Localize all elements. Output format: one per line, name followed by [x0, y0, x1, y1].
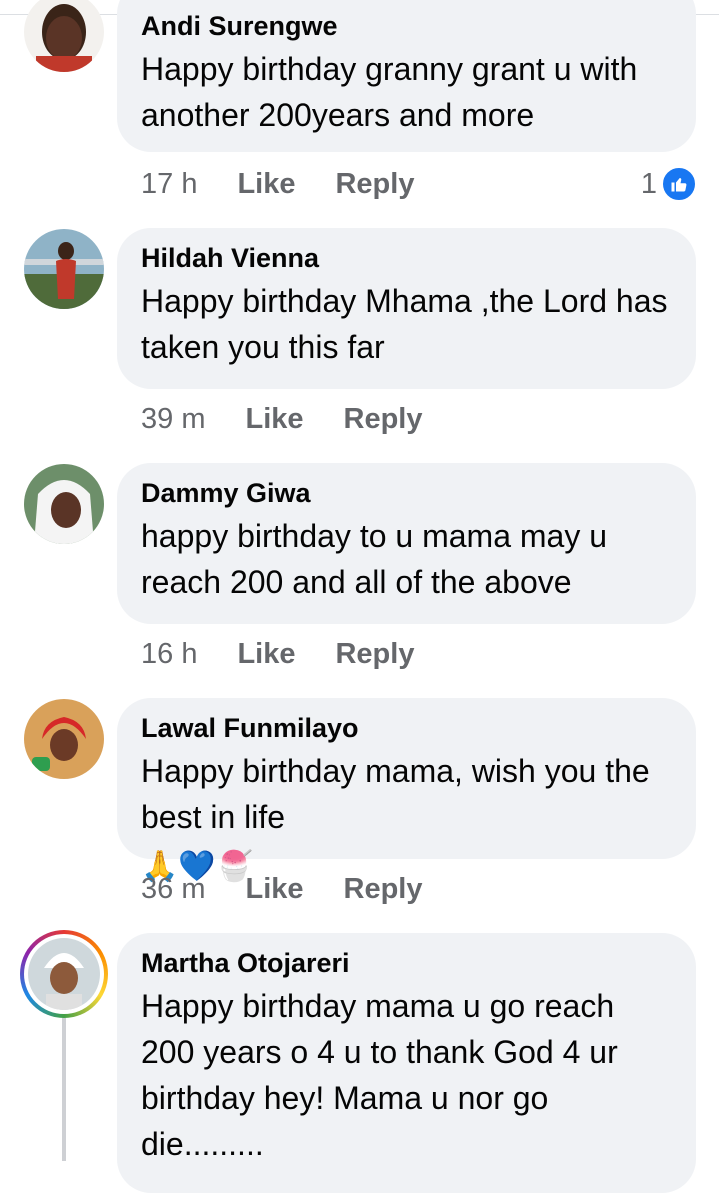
reply-button[interactable]: Reply — [335, 638, 414, 671]
story-ring[interactable] — [20, 930, 108, 1018]
comment-actions: 17 h Like Reply — [141, 164, 454, 204]
avatar — [28, 938, 100, 1010]
comment-text: Happy birthday mama u go reach 200 years… — [141, 988, 618, 1162]
comment-author[interactable]: Martha Otojareri — [141, 947, 672, 979]
avatar[interactable] — [24, 229, 104, 309]
reply-button[interactable]: Reply — [344, 403, 423, 436]
thumbs-up-icon — [661, 166, 697, 202]
reply-button[interactable]: Reply — [344, 873, 423, 906]
like-button[interactable]: Like — [237, 638, 295, 671]
comment-text: happy birthday to u mama may u reach 200… — [141, 518, 608, 600]
comment-actions: 36 m Like Reply — [141, 869, 463, 909]
comment-actions: 16 h Like Reply — [141, 634, 454, 674]
comment-time[interactable]: 17 h — [141, 168, 197, 201]
comment-bubble: Hildah Vienna Happy birthday Mhama ,the … — [117, 228, 696, 389]
comment-actions: 39 m Like Reply — [141, 399, 463, 439]
comment-author[interactable]: Lawal Funmilayo — [141, 712, 672, 744]
reply-button[interactable]: Reply — [335, 168, 414, 201]
reaction-count: 1 — [640, 167, 657, 200]
avatar[interactable] — [24, 699, 104, 779]
like-button[interactable]: Like — [237, 168, 295, 201]
comment-bubble: Andi Surengwe Happy birthday granny gran… — [117, 0, 696, 152]
comment-author[interactable]: Dammy Giwa — [141, 477, 672, 509]
comment-text: Happy birthday Mhama ,the Lord has taken… — [141, 283, 668, 365]
comment-text: Happy birthday mama, wish you the best i… — [141, 748, 672, 886]
comment-time[interactable]: 36 m — [141, 873, 205, 906]
avatar[interactable] — [24, 0, 104, 72]
reaction-summary[interactable]: 1 — [641, 164, 697, 204]
comment-author[interactable]: Andi Surengwe — [141, 10, 672, 42]
comment-bubble: Lawal Funmilayo Happy birthday mama, wis… — [117, 698, 696, 882]
avatar[interactable] — [24, 464, 104, 544]
comment-text: Happy birthday granny grant u with anoth… — [141, 51, 638, 133]
comment-author[interactable]: Hildah Vienna — [141, 242, 672, 274]
comment-bubble: Martha Otojareri Happy birthday mama u g… — [117, 933, 696, 1193]
like-button[interactable]: Like — [245, 873, 303, 906]
comment-time[interactable]: 39 m — [141, 403, 205, 436]
comment-text-body: Happy birthday mama, wish you the best i… — [141, 753, 650, 835]
like-button[interactable]: Like — [245, 403, 303, 436]
reply-thread-line — [62, 1012, 66, 1161]
comment-bubble: Dammy Giwa happy birthday to u mama may … — [117, 463, 696, 624]
comment-time[interactable]: 16 h — [141, 638, 197, 671]
